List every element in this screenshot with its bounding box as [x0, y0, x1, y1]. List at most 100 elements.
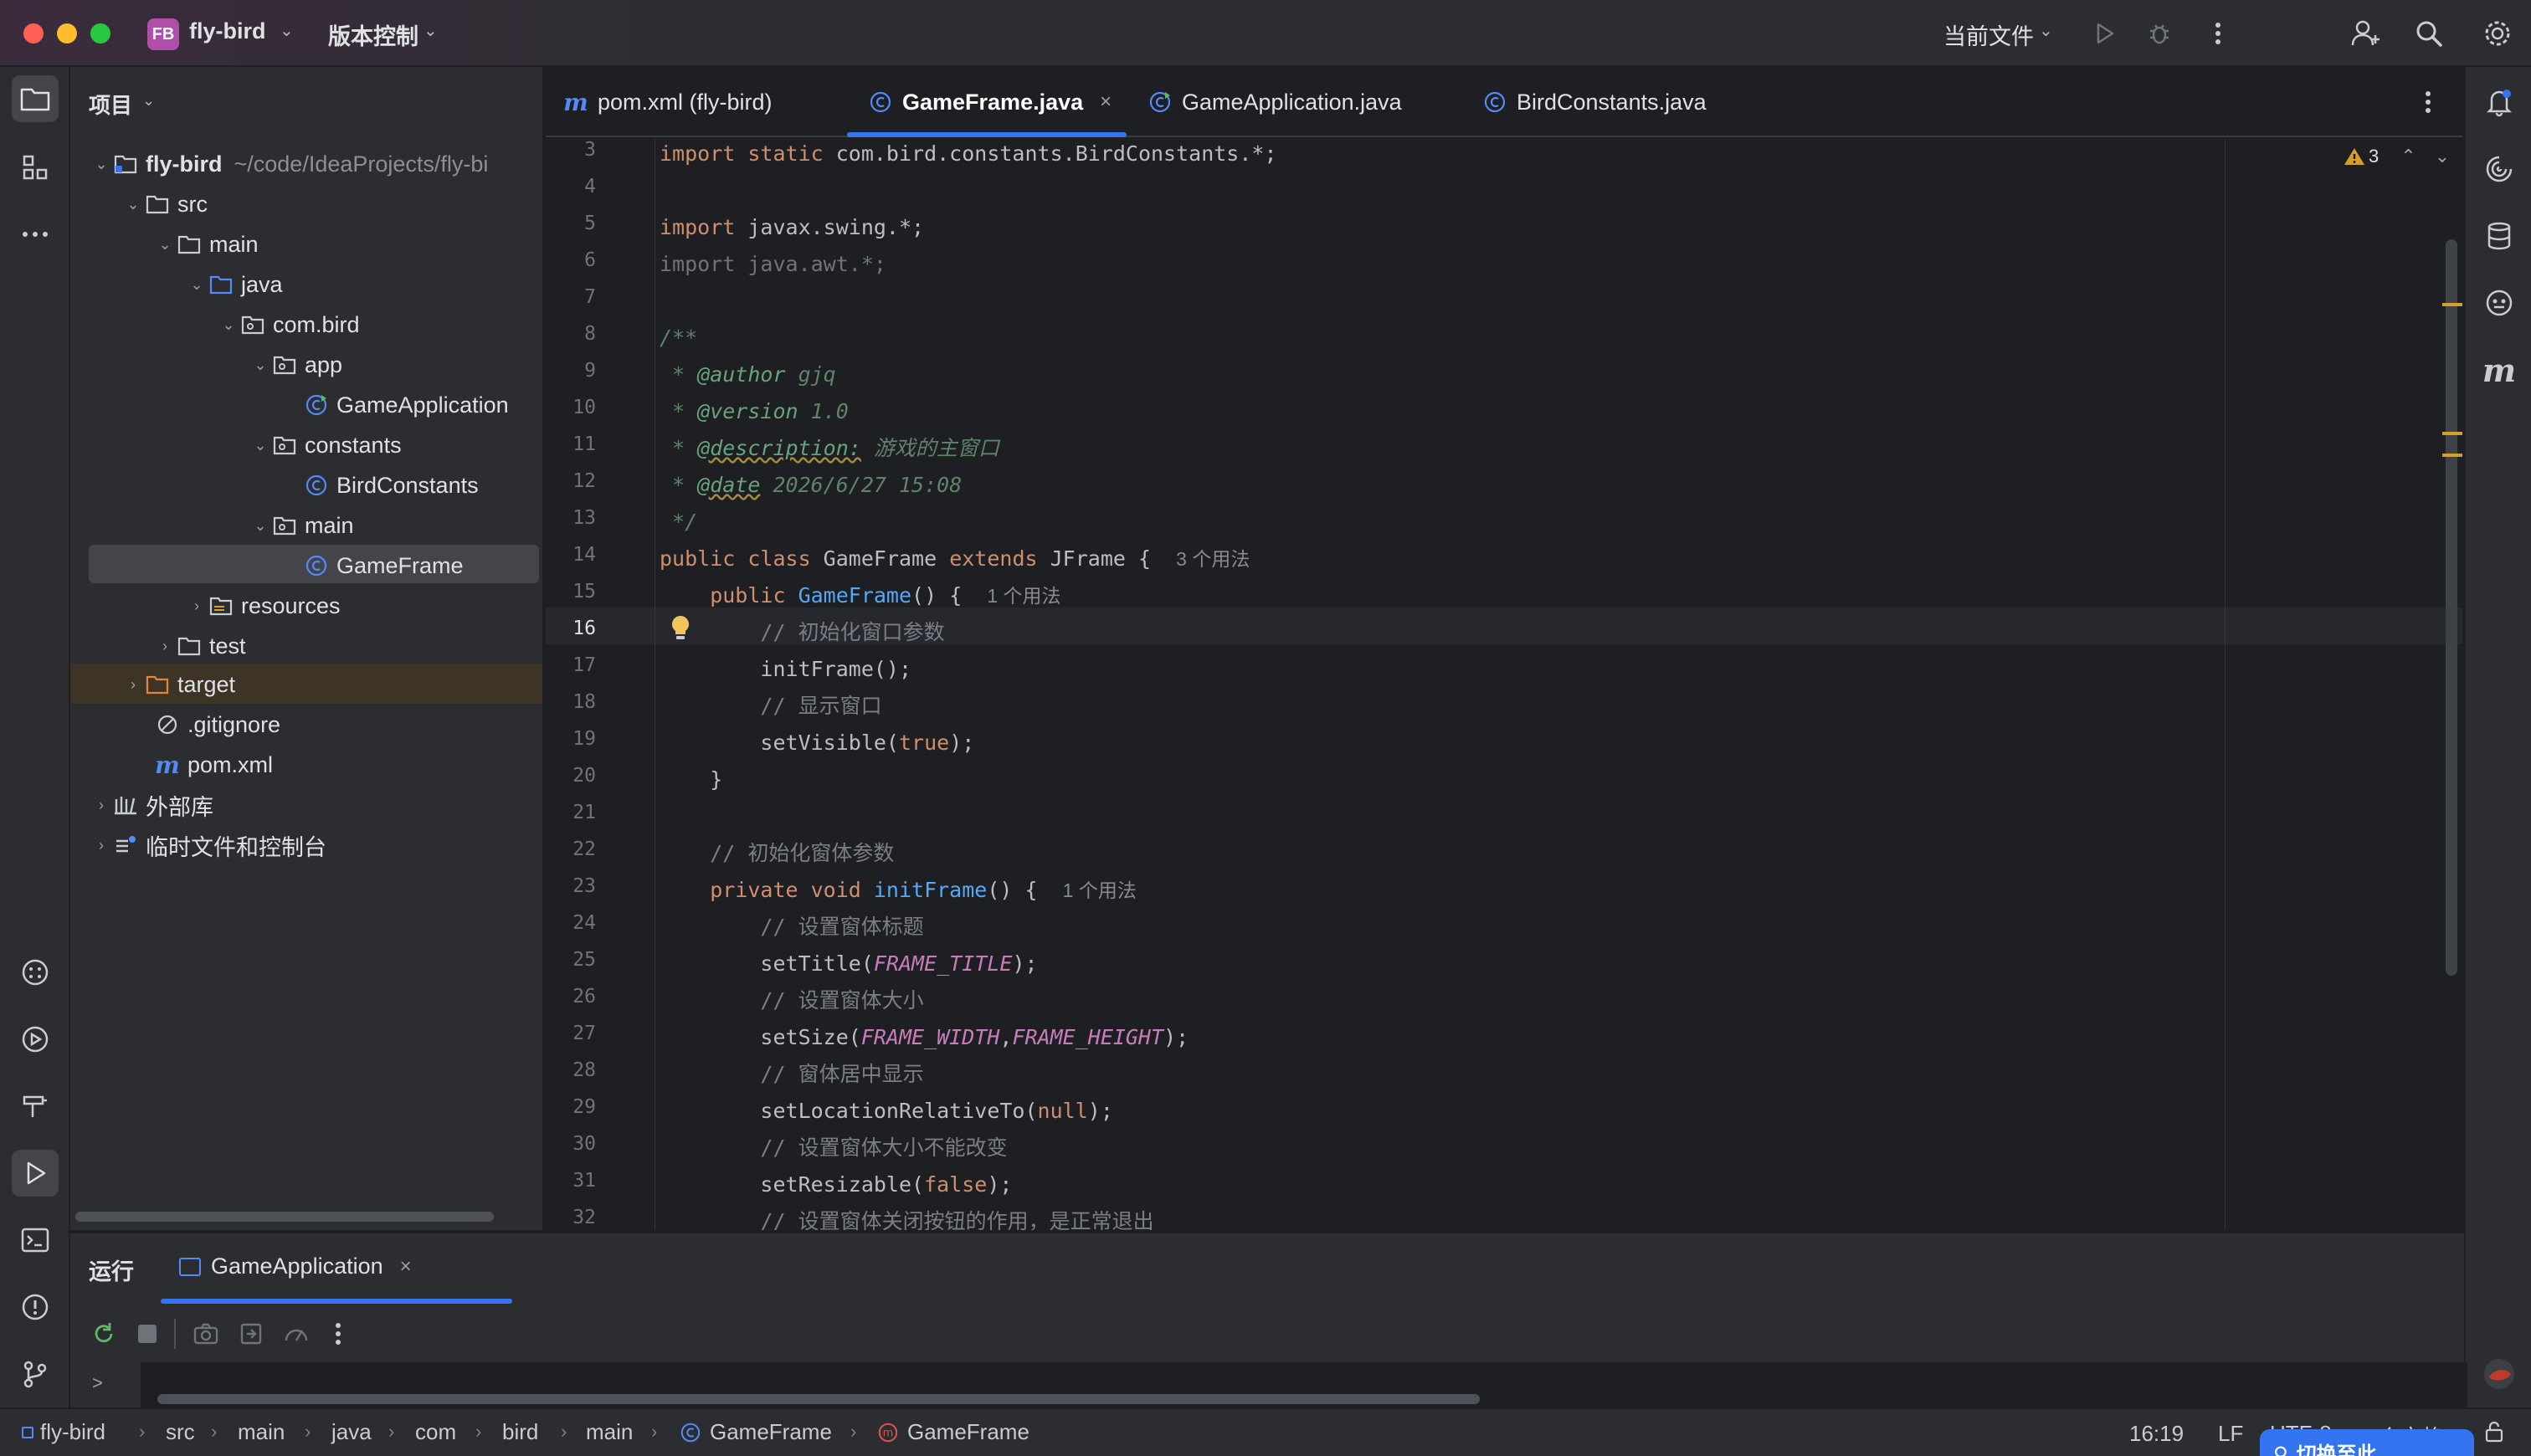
chevron-right-icon[interactable]: › [90, 837, 112, 854]
database-icon[interactable] [2476, 213, 2523, 259]
tree-item-pom-xml[interactable]: m pom.xml [154, 746, 273, 783]
tab-birdconstants-java[interactable]: BirdConstants.java [1481, 67, 1707, 137]
zoom-window-button[interactable] [90, 23, 110, 44]
problems-icon[interactable] [12, 1284, 59, 1330]
chevron-right-icon[interactable]: › [186, 597, 208, 615]
breadcrumb-java[interactable]: java [331, 1419, 372, 1445]
more-actions-icon[interactable] [321, 1317, 355, 1351]
breadcrumb-bird[interactable]: bird [502, 1419, 538, 1445]
project-horizontal-scrollbar[interactable] [75, 1212, 494, 1222]
next-highlight-icon[interactable]: ⌄ [2435, 146, 2450, 167]
maven-tool-icon[interactable]: m [2476, 346, 2523, 393]
tree-item-com-bird[interactable]: ⌄ com.bird [218, 306, 359, 343]
terminal-icon[interactable] [12, 1217, 59, 1264]
breadcrumb-src[interactable]: src [166, 1419, 195, 1445]
breadcrumb-main-package[interactable]: main [586, 1419, 633, 1445]
tree-item-app[interactable]: ⌄ app [249, 346, 342, 383]
more-tools-icon[interactable] [12, 211, 59, 258]
add-user-icon[interactable] [2347, 15, 2384, 52]
structure-icon[interactable] [12, 144, 59, 191]
breadcrumb-com[interactable]: com [415, 1419, 456, 1445]
breadcrumb-main[interactable]: main [238, 1419, 285, 1445]
gear-icon[interactable] [2479, 15, 2516, 52]
tree-item-target[interactable]: › target [122, 666, 235, 703]
ai-assistant-icon[interactable] [2476, 146, 2523, 192]
project-tool-folder-icon[interactable] [12, 75, 59, 122]
run-tool-icon[interactable] [12, 1150, 59, 1197]
tab-gameframe-java[interactable]: GameFrame.java × [867, 67, 1111, 137]
tree-item-gameapplication[interactable]: GameApplication [303, 387, 509, 423]
tree-path: ~/code/IdeaProjects/fly-bi [234, 151, 489, 177]
chevron-down-icon[interactable]: ⌄ [90, 156, 112, 173]
debug-icon[interactable] [2141, 15, 2178, 52]
chevron-down-icon[interactable]: ⌄ [249, 437, 271, 454]
chevron-down-icon: ⌄ [2039, 22, 2053, 40]
vcs-menu[interactable]: 版本控制 [328, 18, 418, 51]
chevron-down-icon[interactable]: ⌄ [122, 196, 144, 213]
run-tab-gameapplication[interactable]: GameApplication × [179, 1253, 412, 1279]
chevron-right-icon[interactable]: › [122, 676, 144, 694]
breadcrumb-fly-bird[interactable]: fly-bird [22, 1419, 105, 1445]
console-horizontal-scrollbar[interactable] [157, 1394, 1480, 1404]
notifications-bell-icon[interactable] [2476, 79, 2523, 126]
stop-icon[interactable] [131, 1317, 164, 1351]
switch-notification-popup[interactable]: ⚲ 切换至此... [2260, 1429, 2474, 1456]
caret-position[interactable]: 16:19 [2129, 1421, 2184, 1447]
copilot-icon[interactable] [2476, 279, 2523, 326]
chevron-down-icon[interactable]: ⌄ [154, 236, 176, 254]
tree-item-java[interactable]: ⌄ java [186, 266, 282, 303]
tree-item-birdconstants[interactable]: BirdConstants [303, 467, 479, 504]
project-switcher[interactable]: fly-bird [189, 18, 266, 44]
previous-highlight-icon[interactable]: ⌃ [2400, 146, 2415, 167]
project-panel-title[interactable]: 项目 [89, 89, 132, 120]
breadcrumb-gameframe-class[interactable]: GameFrame [680, 1419, 832, 1445]
tree-item-gameframe[interactable]: GameFrame [303, 547, 464, 584]
tree-item-external-libraries[interactable]: › 外部库 [90, 787, 213, 823]
search-icon[interactable] [2410, 15, 2447, 52]
warning-stripe-marker[interactable] [2442, 432, 2462, 435]
services-icon[interactable] [12, 1016, 59, 1063]
tree-item-main-package[interactable]: ⌄ main [249, 507, 353, 544]
restore-layout-icon[interactable] [234, 1317, 268, 1351]
avatar[interactable] [2476, 1351, 2523, 1397]
tab-options-icon[interactable] [2424, 67, 2432, 137]
rerun-icon[interactable] [87, 1317, 121, 1351]
warning-stripe-marker[interactable] [2442, 303, 2462, 306]
chevron-right-icon[interactable]: › [154, 638, 176, 655]
tab-pom-xml[interactable]: m pom.xml (fly-bird) [562, 67, 772, 137]
tab-gameapplication-java[interactable]: GameApplication.java [1147, 67, 1402, 137]
camera-icon[interactable] [189, 1317, 223, 1351]
tree-item-fly-bird[interactable]: ⌄ fly-bird ~/code/IdeaProjects/fly-bi [90, 146, 488, 182]
tree-item-constants[interactable]: ⌄ constants [249, 427, 401, 464]
close-icon[interactable]: × [400, 1255, 412, 1279]
build-hammer-icon[interactable] [12, 1083, 59, 1130]
tree-item-gitignore[interactable]: .gitignore [154, 706, 280, 743]
tree-item-resources[interactable]: › resources [186, 587, 341, 624]
run-icon[interactable] [2086, 15, 2123, 52]
tree-item-src[interactable]: ⌄ src [122, 186, 208, 223]
warning-stripe-marker[interactable] [2442, 454, 2462, 457]
tree-item-test[interactable]: › test [154, 628, 246, 664]
tree-item-main[interactable]: ⌄ main [154, 226, 258, 263]
code-editor[interactable]: 3 4 5 6 7 8 9 10 11 12 13 14 15 16 17 18… [546, 139, 2462, 1230]
chevron-right-icon[interactable]: › [90, 797, 112, 814]
chevron-down-icon[interactable]: ⌄ [186, 276, 208, 294]
minimize-window-button[interactable] [57, 23, 77, 44]
lock-icon[interactable] [2484, 1421, 2504, 1448]
chevron-down-icon[interactable]: ⌄ [218, 316, 239, 334]
run-config-selector[interactable]: 当前文件 [1943, 18, 2034, 51]
close-window-button[interactable] [23, 23, 44, 44]
close-icon[interactable]: × [1100, 90, 1111, 114]
git-branch-icon[interactable] [12, 1351, 59, 1397]
breadcrumb-gameframe-method[interactable]: m GameFrame [877, 1419, 1029, 1445]
chevron-down-icon[interactable]: ⌄ [249, 356, 271, 374]
line-ending[interactable]: LF [2218, 1421, 2243, 1447]
tree-item-scratches[interactable]: › 临时文件和控制台 [90, 827, 326, 864]
chevron-down-icon[interactable]: ⌄ [249, 517, 271, 535]
project-badge[interactable]: FB [147, 18, 179, 50]
editor-vertical-scrollbar[interactable] [2446, 239, 2457, 976]
more-actions-icon[interactable] [2200, 15, 2236, 52]
plugins-icon[interactable] [12, 949, 59, 996]
profiler-icon[interactable] [280, 1317, 313, 1351]
inspection-widget[interactable]: 3 ⌃ ⌄ [2344, 146, 2450, 167]
